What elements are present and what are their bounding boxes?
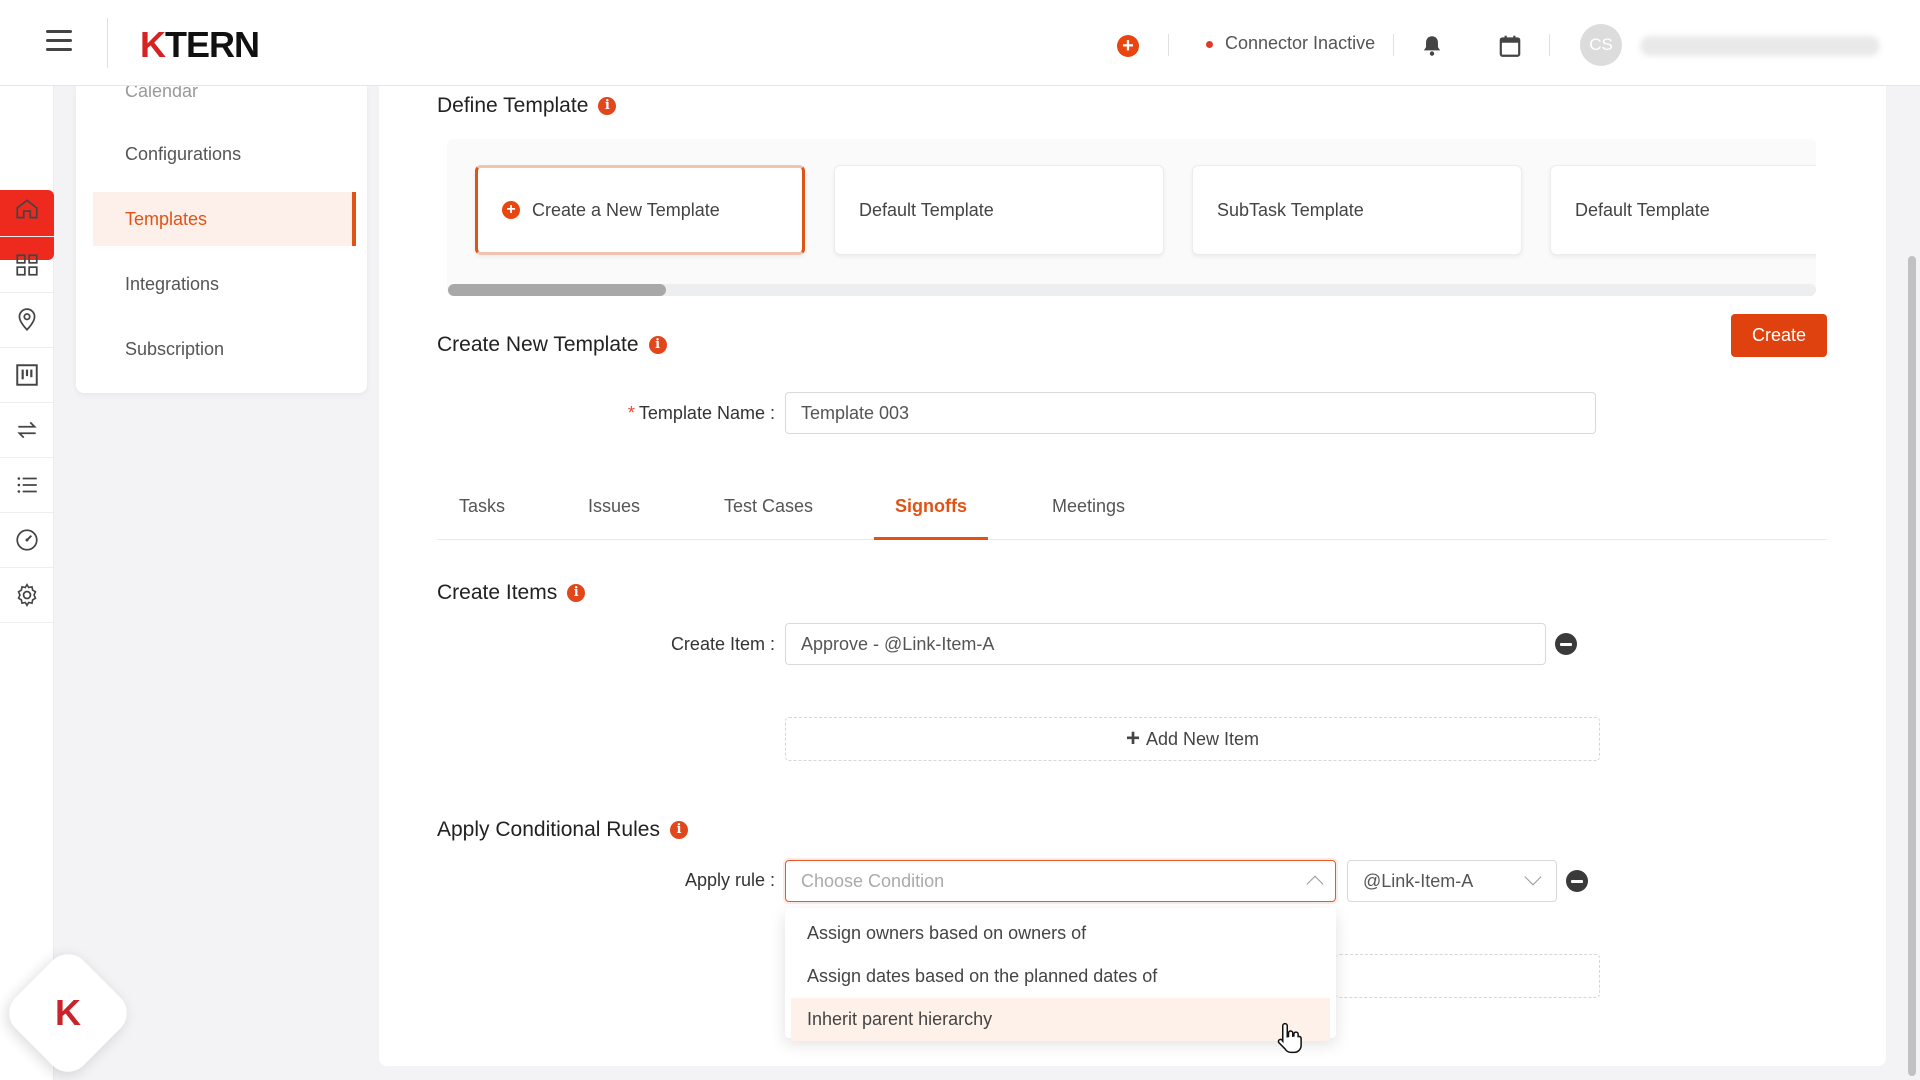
info-icon[interactable]: i: [669, 821, 688, 839]
settings-gear-icon[interactable]: [0, 568, 54, 623]
chevron-up-icon: [1306, 875, 1324, 893]
user-avatar[interactable]: CS: [1580, 24, 1622, 66]
define-template-title: Define Template i: [437, 94, 617, 118]
add-plus-icon[interactable]: +: [1117, 35, 1139, 57]
speedometer-icon[interactable]: [0, 513, 54, 568]
template-name-input[interactable]: Template 003: [785, 392, 1596, 434]
divider: [1393, 34, 1394, 56]
scrollbar-thumb[interactable]: [448, 284, 666, 296]
connector-status-dot: [1206, 41, 1213, 48]
chevron-down-icon: [1524, 868, 1542, 886]
template-card-strip: + Create a New Template Default Template…: [447, 139, 1816, 296]
template-strip-scrollbar[interactable]: [448, 284, 1816, 296]
link-item-select[interactable]: @Link-Item-A: [1347, 860, 1557, 902]
remove-rule-icon[interactable]: [1566, 870, 1588, 892]
create-new-template-title: Create New Template i: [437, 333, 667, 357]
add-new-item-button[interactable]: + Add New Item: [785, 717, 1600, 761]
create-button[interactable]: Create: [1731, 314, 1827, 357]
list-icon[interactable]: [0, 458, 54, 513]
divider: [1549, 34, 1550, 56]
remove-item-icon[interactable]: [1555, 633, 1577, 655]
menu-item-templates[interactable]: Templates: [93, 192, 356, 246]
home-icon[interactable]: [0, 182, 54, 237]
page-scrollbar[interactable]: [1904, 86, 1920, 1080]
tab-tasks[interactable]: Tasks: [459, 482, 505, 540]
template-card[interactable]: Default Template: [1550, 165, 1816, 255]
username-blurred[interactable]: [1640, 36, 1880, 56]
board-icon[interactable]: [0, 348, 54, 403]
menu-item-configurations[interactable]: Configurations: [93, 127, 356, 181]
tab-issues[interactable]: Issues: [588, 482, 640, 540]
calendar-icon[interactable]: [1497, 33, 1523, 59]
ktern-logo[interactable]: KTERN: [140, 24, 260, 66]
tab-signoffs[interactable]: Signoffs: [874, 482, 988, 540]
info-icon[interactable]: i: [648, 336, 667, 354]
option-assign-dates[interactable]: Assign dates based on the planned dates …: [785, 955, 1336, 998]
create-items-title: Create Items i: [437, 581, 586, 605]
tab-test-cases[interactable]: Test Cases: [724, 482, 813, 540]
info-icon[interactable]: i: [567, 584, 586, 602]
left-nav-rail: [0, 86, 54, 1080]
top-bar: KTERN + Connector Inactive CS: [0, 0, 1920, 86]
menu-item-integrations[interactable]: Integrations: [93, 257, 356, 311]
divider: [1168, 34, 1169, 56]
hand-cursor-icon: [1277, 1022, 1302, 1054]
plus-icon: +: [1125, 725, 1140, 752]
create-item-textarea[interactable]: Approve - @Link-Item-A: [785, 623, 1546, 665]
apply-conditional-rules-title: Apply Conditional Rules i: [437, 818, 688, 842]
template-tabs: Tasks Issues Test Cases Signoffs Meeting…: [437, 482, 1827, 540]
template-card[interactable]: SubTask Template: [1192, 165, 1522, 255]
location-pin-icon[interactable]: [0, 293, 54, 348]
settings-menu: Calendar Configurations Templates Integr…: [76, 81, 367, 393]
ktern-k-icon: K: [55, 992, 81, 1033]
info-icon[interactable]: i: [598, 97, 617, 115]
plus-icon: +: [502, 201, 520, 219]
hamburger-menu-icon[interactable]: [46, 30, 72, 52]
template-card[interactable]: Default Template: [834, 165, 1164, 255]
condition-dropdown: Assign owners based on owners of Assign …: [785, 908, 1336, 1041]
add-rule-button-partial[interactable]: [1336, 954, 1600, 998]
scrollbar-thumb[interactable]: [1908, 256, 1916, 1076]
dashboard-grid-icon[interactable]: [0, 238, 54, 293]
template-name-label: * Template Name :: [627, 403, 775, 423]
connector-status[interactable]: Connector Inactive: [1225, 33, 1375, 54]
menu-item-subscription[interactable]: Subscription: [93, 322, 356, 376]
create-item-label: Create Item :: [670, 634, 775, 654]
arrows-exchange-icon[interactable]: [0, 403, 54, 458]
apply-rule-label: Apply rule :: [684, 870, 775, 890]
choose-condition-select[interactable]: Choose Condition: [785, 860, 1336, 902]
option-inherit-parent-hierarchy[interactable]: Inherit parent hierarchy: [791, 998, 1330, 1041]
option-assign-owners[interactable]: Assign owners based on owners of: [785, 912, 1336, 955]
topbar-divider: [107, 18, 108, 68]
create-new-template-card[interactable]: + Create a New Template: [475, 165, 805, 255]
tab-meetings[interactable]: Meetings: [1052, 482, 1125, 540]
notification-bell-icon[interactable]: [1419, 33, 1445, 59]
